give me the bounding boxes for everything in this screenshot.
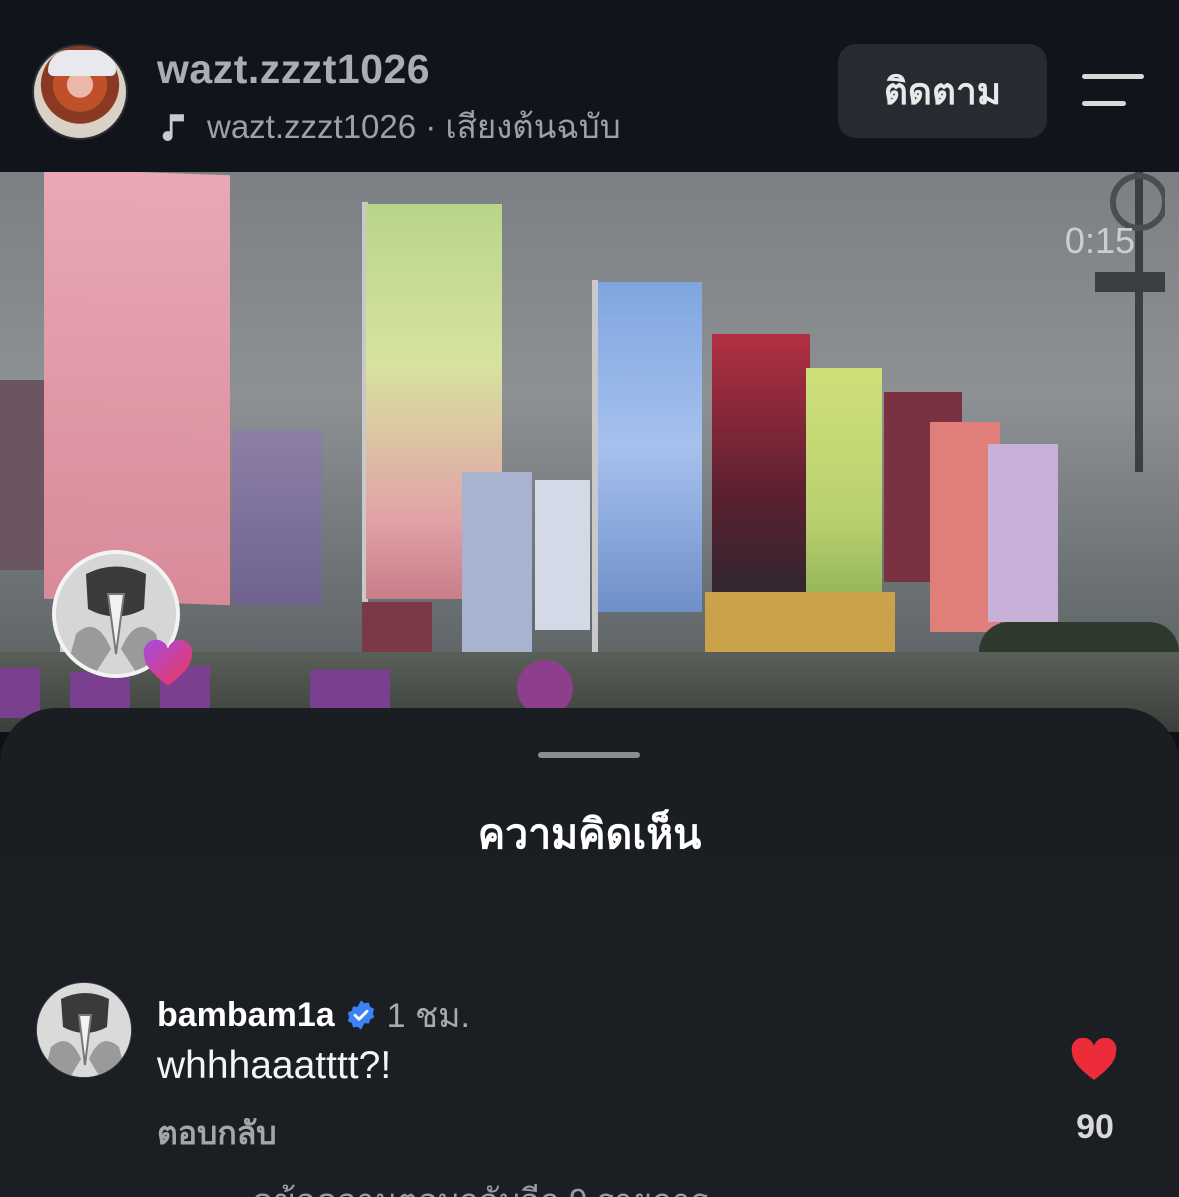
comment-username[interactable]: bambam1a — [157, 996, 335, 1035]
sheet-title: ความคิดเห็น — [477, 811, 702, 857]
audio-label: wazt.zzzt1026 · เสียงต้นฉบับ — [207, 108, 621, 145]
audio-attribution[interactable]: wazt.zzzt1026 · เสียงต้นฉบับ — [157, 100, 621, 153]
comment-item: bambam1a 1 ชม. whhhaaatttt?! ตอบกลับ 90 — [0, 978, 1179, 1178]
banner-flag — [44, 172, 230, 606]
comment-time: 1 ชม. — [386, 997, 470, 1035]
reply-button[interactable]: ตอบกลับ — [157, 1108, 277, 1159]
comment-text: whhhaaatttt?! — [157, 1044, 392, 1087]
heart-icon[interactable] — [1070, 1038, 1118, 1082]
menu-icon[interactable] — [1082, 74, 1144, 108]
banner-flag — [462, 472, 532, 662]
banner-flag — [712, 334, 810, 604]
like-count: 90 — [1076, 1108, 1114, 1146]
view-more-replies[interactable]: ดูข้อความตอบกลับอีก 9 รายการ — [252, 1174, 708, 1197]
comment-header: bambam1a 1 ชม. — [157, 988, 470, 1042]
reel-header: wazt.zzzt1026 wazt.zzzt1026 · เสียงต้นฉบ… — [0, 0, 1179, 172]
banner-flag — [806, 368, 882, 618]
banner-flag — [0, 380, 44, 570]
video-player[interactable]: 0:15 — [0, 172, 1179, 732]
banner-flag — [598, 282, 702, 612]
verified-icon — [347, 1000, 374, 1030]
praying-hands-icon — [37, 983, 131, 1077]
comment-avatar[interactable] — [36, 982, 132, 1078]
owner-username[interactable]: wazt.zzzt1026 — [157, 46, 430, 93]
owner-avatar[interactable] — [32, 44, 128, 140]
video-timer: 0:15 — [1064, 220, 1135, 261]
banner-flag — [232, 430, 322, 605]
banner-flag — [535, 480, 590, 630]
drag-handle[interactable] — [538, 752, 640, 758]
banner-flag — [988, 444, 1058, 622]
music-note-icon — [162, 113, 184, 141]
heart-reaction-icon — [143, 640, 193, 686]
comments-sheet: ความคิดเห็น bambam1a 1 ชม. whhhaaatttt?!… — [0, 708, 1179, 1197]
follow-button[interactable]: ติดตาม — [838, 44, 1047, 138]
